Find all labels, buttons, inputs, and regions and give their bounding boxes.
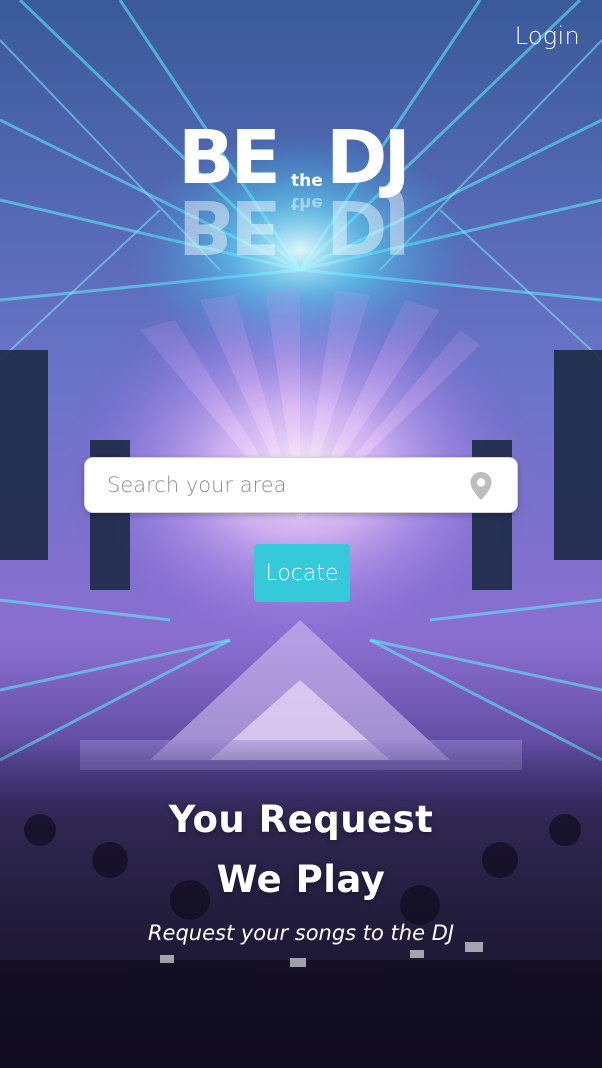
logo-reflection: BE the DJ (178, 183, 428, 269)
login-link[interactable]: Login (515, 22, 580, 50)
hero-tagline-request: You Request (168, 798, 434, 841)
logo-reflection-the: the (291, 193, 323, 213)
area-search-input[interactable] (107, 458, 457, 511)
locate-button[interactable]: Locate (254, 544, 350, 602)
logo-reflection-be: BE (178, 183, 277, 269)
landing-screen: Login BE the DJ BE the DJ Locate You Req… (0, 0, 602, 1068)
area-search-box (84, 457, 518, 513)
hero-tagline-play: We Play (216, 858, 386, 901)
hero-subline: Request your songs to the DJ (147, 921, 455, 945)
app-logo: BE the DJ BE the DJ (178, 118, 428, 269)
map-pin-icon[interactable] (469, 471, 493, 501)
logo-reflection-dj: DJ (326, 183, 407, 269)
logo-word-the: the (291, 171, 323, 191)
